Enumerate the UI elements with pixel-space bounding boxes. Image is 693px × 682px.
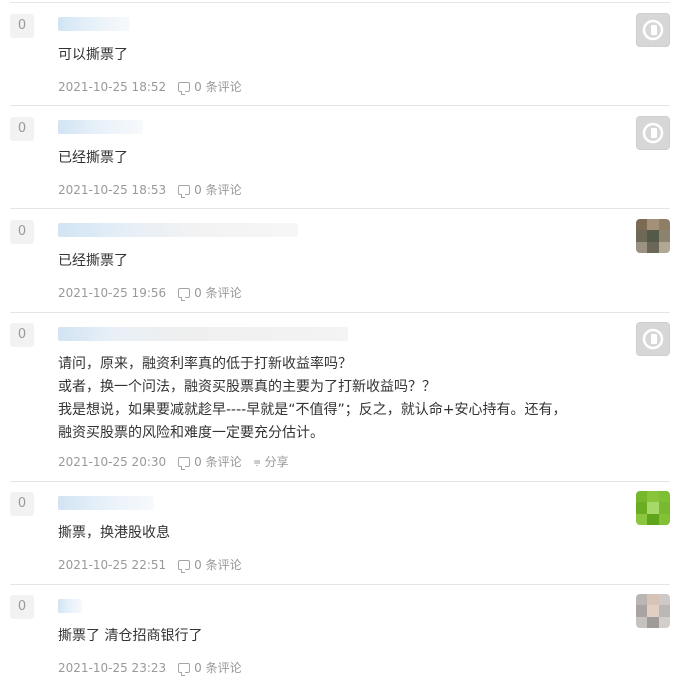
vote-count[interactable]: 0 — [10, 117, 34, 141]
timestamp: 2021-10-25 19:56 — [58, 285, 167, 300]
timestamp: 2021-10-25 20:30 — [58, 454, 167, 469]
timestamp: 2021-10-25 22:51 — [58, 557, 167, 572]
comment-count-link[interactable]: 0 条评论 — [178, 453, 242, 470]
divider — [10, 312, 670, 313]
username-blurred[interactable] — [58, 327, 348, 341]
timestamp: 2021-10-25 18:52 — [58, 79, 167, 94]
comment-count-link[interactable]: 0 条评论 — [178, 78, 242, 95]
comment-count-link[interactable]: 0 条评论 — [178, 556, 242, 573]
vote-count[interactable]: 0 — [10, 14, 34, 38]
default-avatar-icon[interactable] — [636, 116, 670, 150]
divider — [10, 2, 670, 3]
comment-text: 请问，原来，融资利率真的低于打新收益率吗？ 或者，换一个问法，融资买股票真的主要… — [58, 356, 567, 441]
comment-bubble-icon — [178, 662, 191, 676]
comment-meta: 2021-10-25 23:23 0 条评论 — [58, 659, 242, 676]
default-avatar-icon[interactable] — [636, 13, 670, 47]
comment-meta: 2021-10-25 19:56 0 条评论 — [58, 284, 242, 301]
username-blurred[interactable] — [58, 223, 298, 237]
share-link[interactable]: ⩦ 分享 — [254, 453, 289, 470]
timestamp: 2021-10-25 18:53 — [58, 182, 167, 197]
vote-count[interactable]: 0 — [10, 220, 34, 244]
username-blurred[interactable] — [58, 120, 143, 134]
comment-meta: 2021-10-25 18:53 0 条评论 — [58, 181, 242, 198]
vote-count[interactable]: 0 — [10, 595, 34, 619]
comment-text: 撕票，换港股收息 — [58, 525, 170, 541]
comment-bubble-icon — [178, 184, 191, 198]
comment-meta: 2021-10-25 20:30 0 条评论 ⩦ 分享 — [58, 453, 289, 470]
comment-count-link[interactable]: 0 条评论 — [178, 659, 242, 676]
pixelated-avatar-gray[interactable] — [636, 594, 670, 628]
comment-bubble-icon — [178, 287, 191, 301]
vote-count[interactable]: 0 — [10, 492, 34, 516]
default-avatar-icon[interactable] — [636, 322, 670, 356]
divider — [10, 481, 670, 482]
comment-count-link[interactable]: 0 条评论 — [178, 284, 242, 301]
divider — [10, 208, 670, 209]
pixelated-avatar-green[interactable] — [636, 491, 670, 525]
comment-text: 已经撕票了 — [58, 253, 128, 269]
comment-text: 撕票了 清仓招商银行了 — [58, 628, 203, 644]
username-blurred[interactable] — [58, 17, 130, 31]
comment-bubble-icon — [178, 81, 191, 95]
comment-text: 可以撕票了 — [58, 47, 128, 63]
username-blurred[interactable] — [58, 599, 82, 613]
divider — [10, 105, 670, 106]
username-blurred[interactable] — [58, 496, 154, 510]
comment-meta: 2021-10-25 22:51 0 条评论 — [58, 556, 242, 573]
comment-bubble-icon — [178, 456, 191, 470]
pixelated-avatar-brown[interactable] — [636, 219, 670, 253]
comment-meta: 2021-10-25 18:52 0 条评论 — [58, 78, 242, 95]
comment-text: 已经撕票了 — [58, 150, 128, 166]
divider — [10, 584, 670, 585]
comment-bubble-icon — [178, 559, 191, 573]
share-icon: ⩦ — [253, 454, 261, 468]
comment-count-link[interactable]: 0 条评论 — [178, 181, 242, 198]
vote-count[interactable]: 0 — [10, 323, 34, 347]
timestamp: 2021-10-25 23:23 — [58, 660, 167, 675]
